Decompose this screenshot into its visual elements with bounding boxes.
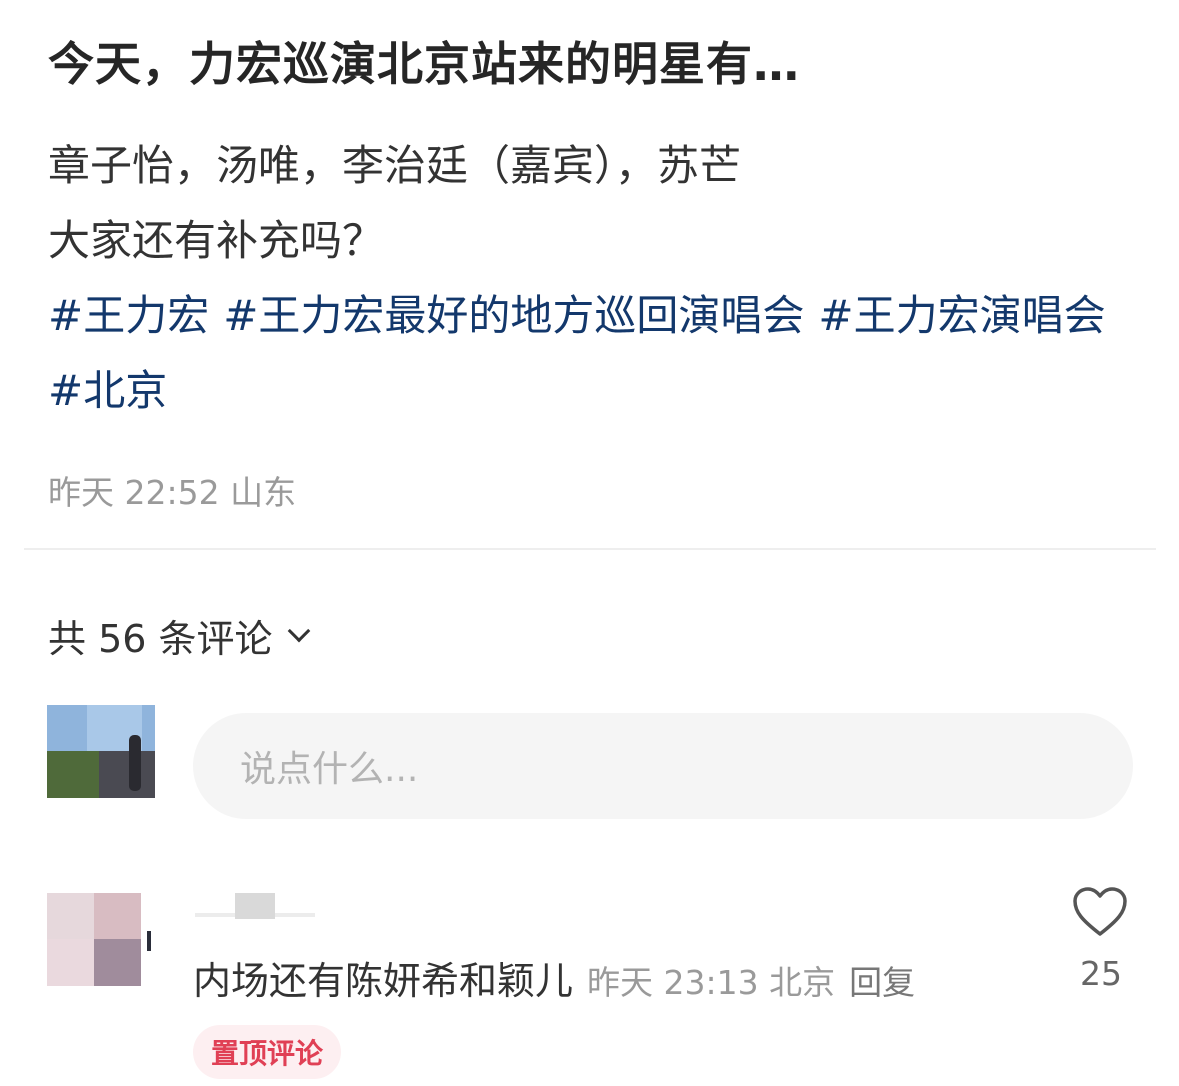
comment-input-placeholder: 说点什么... (240, 749, 419, 790)
post-meta: 昨天 22:52 山东 (48, 473, 297, 512)
comment-input[interactable]: 说点什么... (193, 713, 1133, 819)
heart-icon (1073, 887, 1127, 936)
hashtag-link[interactable]: #北京 (48, 366, 167, 415)
like-button[interactable] (1070, 886, 1130, 942)
comment-meta: 昨天 23:13 北京 (587, 963, 836, 1002)
comments-count-label: 共 56 条评论 (48, 617, 273, 661)
pinned-comment-badge: 置顶评论 (193, 1025, 342, 1079)
hashtag-link[interactable]: #王力宏演唱会 (818, 291, 1105, 340)
comments-count-dropdown[interactable]: 共 56 条评论 (48, 608, 310, 663)
post-body-line: 大家还有补充吗？ (48, 216, 385, 265)
hashtag-link[interactable]: #王力宏最好的地方巡回演唱会 (223, 291, 804, 340)
commenter-avatar[interactable] (47, 893, 155, 986)
comment-item: 内场还有陈妍希和颖儿 昨天 23:13 北京 回复 (193, 950, 915, 1005)
chevron-down-icon (287, 619, 310, 642)
like-count: 25 (1080, 954, 1122, 993)
post-body-line: 章子怡，汤唯，李治廷（嘉宾），苏芒 (48, 141, 742, 190)
current-user-avatar[interactable] (47, 705, 155, 798)
post-tags: #王力宏 #王力宏最好的地方巡回演唱会 #王力宏演唱会 #北京 (48, 278, 1138, 428)
comment-text: 内场还有陈妍希和颖儿 (193, 959, 574, 1003)
divider (24, 548, 1156, 550)
hashtag-link[interactable]: #王力宏 (48, 291, 209, 340)
post-title: 今天，力宏巡演北京站来的明星有… (48, 37, 800, 91)
post-detail-page: 今天，力宏巡演北京站来的明星有… 章子怡，汤唯，李治廷（嘉宾），苏芒 大家还有补… (0, 0, 1179, 1086)
commenter-username-blurred[interactable] (195, 893, 325, 921)
reply-button[interactable]: 回复 (849, 956, 915, 1004)
post-body: 章子怡，汤唯，李治廷（嘉宾），苏芒 大家还有补充吗？ #王力宏 #王力宏最好的地方… (48, 128, 1138, 428)
